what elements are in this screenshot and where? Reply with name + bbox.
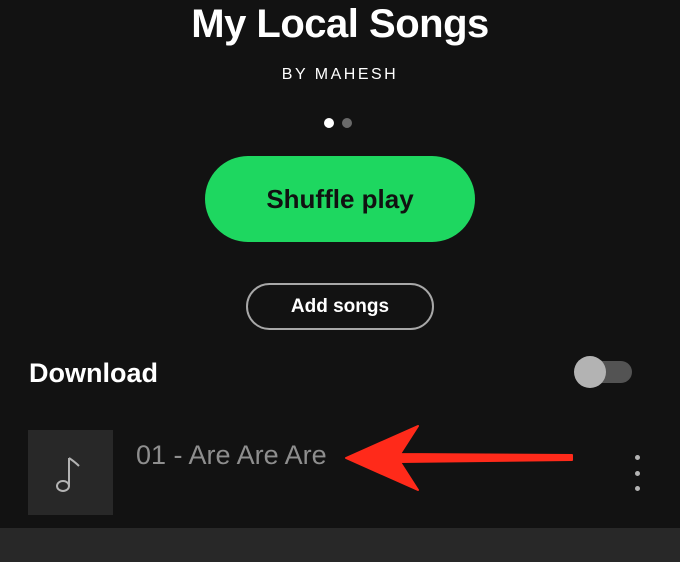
playlist-title: My Local Songs <box>191 2 489 46</box>
download-toggle[interactable] <box>574 356 632 388</box>
page-dot-inactive <box>342 118 352 128</box>
music-note-icon <box>55 456 80 492</box>
download-label: Download <box>29 358 158 388</box>
more-options-icon[interactable] <box>624 455 650 491</box>
page-indicator <box>324 118 352 128</box>
red-arrow-icon <box>345 425 573 491</box>
toggle-knob <box>574 356 606 388</box>
shuffle-play-button[interactable]: Shuffle play <box>205 156 475 242</box>
track-title: 01 - Are Are Are <box>136 440 327 470</box>
page-dot-active <box>324 118 334 128</box>
track-artwork <box>28 430 113 515</box>
bottom-bar <box>0 528 680 562</box>
add-songs-button[interactable]: Add songs <box>246 283 434 330</box>
playlist-owner[interactable]: BY MAHESH <box>0 66 680 84</box>
